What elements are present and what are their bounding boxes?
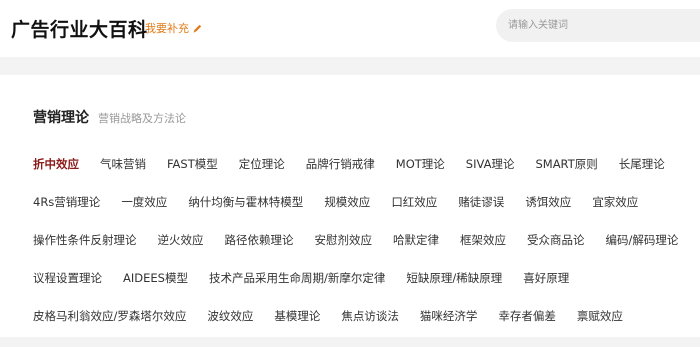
section-header: 营销理论 营销战略及方法论 [33, 107, 186, 127]
tag-item[interactable]: FAST模型 [167, 157, 218, 171]
tag-item[interactable]: 皮格马利翁效应/罗森塔尔效应 [33, 309, 186, 323]
tag-row: 操作性条件反射理论 逆火效应 路径依赖理论 安慰剂效应 哈默定律 框架效应 受众商品论 编码/… [33, 233, 693, 271]
tag-item[interactable]: 编码/解码理论 [606, 233, 679, 247]
tag-row: 折中效应 气味营销 FAST模型 定位理论 品牌行销戒律 MOT理论 SIVA理论 SMART… [33, 157, 693, 195]
tag-item[interactable]: 技术产品采用生命周期/新摩尔定律 [209, 271, 385, 285]
tag-item[interactable]: 焦点访谈法 [341, 309, 399, 323]
tag-item[interactable]: 4Rs营销理论 [33, 195, 100, 209]
section-subtitle: 营销战略及方法论 [98, 112, 186, 125]
tag-item[interactable]: 议程设置理论 [33, 271, 102, 285]
tag-item[interactable]: SMART原则 [535, 157, 597, 171]
pencil-icon [193, 24, 202, 33]
tag-item[interactable]: 一度效应 [121, 195, 167, 209]
tag-row: 议程设置理论 AIDEES模型 技术产品采用生命周期/新摩尔定律 短缺原理/稀缺原理 喜… [33, 271, 693, 309]
tag-item[interactable]: 哈默定律 [393, 233, 439, 247]
site-title[interactable]: 广告行业大百科 [11, 15, 148, 42]
tag-item[interactable]: 猫咪经济学 [420, 309, 478, 323]
site-header: 广告行业大百科 我要补充 [0, 0, 700, 57]
tag-item[interactable]: MOT理论 [396, 157, 445, 171]
supplement-link[interactable]: 我要补充 [145, 20, 203, 36]
tag-item[interactable]: 定位理论 [239, 157, 285, 171]
supplement-label: 我要补充 [145, 22, 189, 35]
tag-item[interactable]: 喜好原理 [523, 271, 569, 285]
tag-item[interactable]: 受众商品论 [527, 233, 585, 247]
tag-item[interactable]: 口红效应 [391, 195, 437, 209]
content-panel: 营销理论 营销战略及方法论 折中效应 气味营销 FAST模型 定位理论 品牌行销戒律 MO… [0, 75, 700, 337]
tag-item[interactable]: 赌徒谬误 [458, 195, 504, 209]
tag-item[interactable]: AIDEES模型 [123, 271, 188, 285]
tag-item[interactable]: 路径依赖理论 [225, 233, 294, 247]
tag-item[interactable]: 品牌行销戒律 [306, 157, 375, 171]
tag-row: 4Rs营销理论 一度效应 纳什均衡与霍林特模型 规模效应 口红效应 赌徒谬误 诱饵效应 宜家效… [33, 195, 693, 233]
tag-item[interactable]: 短缺原理/稀缺原理 [406, 271, 502, 285]
tag-item[interactable]: 禀赋效应 [577, 309, 623, 323]
tag-item[interactable]: 规模效应 [324, 195, 370, 209]
tag-item[interactable]: SIVA理论 [466, 157, 515, 171]
tag-list: 折中效应 气味营销 FAST模型 定位理论 品牌行销戒律 MOT理论 SIVA理论 SMART… [33, 157, 693, 347]
tag-item[interactable]: 框架效应 [460, 233, 506, 247]
tag-item[interactable]: 宜家效应 [592, 195, 638, 209]
tag-item[interactable]: 基模理论 [274, 309, 320, 323]
tag-item[interactable]: 纳什均衡与霍林特模型 [188, 195, 303, 209]
search-input[interactable] [496, 9, 700, 42]
tag-item[interactable]: 操作性条件反射理论 [33, 233, 137, 247]
tag-item[interactable]: 气味营销 [100, 157, 146, 171]
tag-item[interactable]: 幸存者偏差 [498, 309, 556, 323]
section-title: 营销理论 [33, 110, 89, 126]
tag-item[interactable]: 安慰剂效应 [315, 233, 373, 247]
tag-item[interactable]: 诱饵效应 [525, 195, 571, 209]
tag-item[interactable]: 逆火效应 [158, 233, 204, 247]
tag-item[interactable]: 折中效应 [33, 157, 79, 171]
tag-row: 皮格马利翁效应/罗森塔尔效应 波纹效应 基模理论 焦点访谈法 猫咪经济学 幸存者偏差 禀赋效… [33, 309, 693, 347]
tag-item[interactable]: 波纹效应 [207, 309, 253, 323]
tag-item[interactable]: 长尾理论 [619, 157, 665, 171]
